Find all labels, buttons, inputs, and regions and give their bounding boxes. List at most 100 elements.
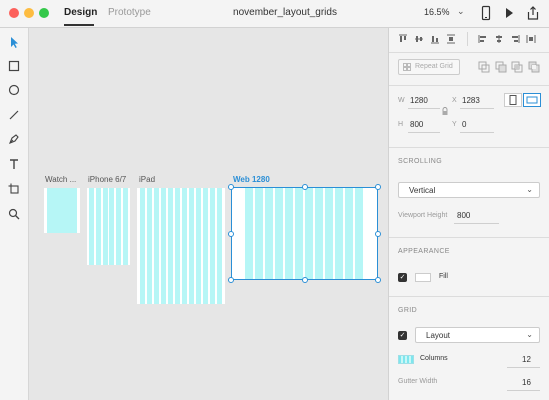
align-center-icon[interactable] bbox=[494, 34, 504, 44]
artboard-label-ipad[interactable]: iPad bbox=[139, 175, 155, 184]
align-top-icon[interactable] bbox=[398, 34, 408, 44]
panel-divider bbox=[389, 147, 549, 148]
document-title: november_layout_grids bbox=[233, 7, 337, 18]
resize-handle-bottom-left[interactable] bbox=[228, 277, 234, 283]
grid-type-select[interactable]: Layout ⌄ bbox=[415, 327, 540, 343]
close-window-button[interactable] bbox=[9, 8, 19, 18]
grid-column bbox=[147, 188, 152, 304]
grid-column bbox=[168, 188, 173, 304]
y-input[interactable]: 0 bbox=[462, 120, 466, 129]
distribute-vertical-icon[interactable] bbox=[446, 34, 456, 44]
artboard-watch[interactable] bbox=[44, 188, 80, 233]
panel-divider bbox=[389, 52, 549, 53]
zoom-chevron-down-icon[interactable]: ⌄ bbox=[457, 6, 465, 17]
zoom-window-button[interactable] bbox=[39, 8, 49, 18]
fill-color-swatch[interactable] bbox=[415, 273, 431, 282]
grid-column bbox=[189, 188, 194, 304]
width-input[interactable]: 1280 bbox=[410, 96, 428, 105]
align-right-icon[interactable] bbox=[510, 34, 520, 44]
pen-icon[interactable] bbox=[7, 132, 21, 146]
grid-column bbox=[161, 188, 166, 304]
active-tab-indicator bbox=[64, 24, 94, 26]
resize-handle-bottom-right[interactable] bbox=[375, 277, 381, 283]
align-left-icon[interactable] bbox=[478, 34, 488, 44]
grid-column bbox=[203, 188, 208, 304]
gutter-width-input[interactable]: 16 bbox=[522, 378, 531, 387]
gutter-width-label: Gutter Width bbox=[398, 378, 438, 385]
artboard-label-watch[interactable]: Watch ... bbox=[45, 175, 76, 184]
artboard-icon[interactable] bbox=[7, 182, 21, 196]
panel-divider bbox=[389, 237, 549, 238]
title-bar: Design Prototype november_layout_grids 1… bbox=[0, 0, 549, 28]
columns-input[interactable]: 12 bbox=[522, 355, 531, 364]
portrait-icon bbox=[509, 95, 517, 105]
ellipse-icon[interactable] bbox=[7, 83, 21, 97]
grid-column bbox=[210, 188, 215, 304]
lock-aspect-icon[interactable] bbox=[441, 107, 449, 116]
scrolling-select[interactable]: Vertical ⌄ bbox=[398, 182, 540, 198]
boolean-subtract-icon[interactable] bbox=[495, 61, 507, 73]
play-icon[interactable] bbox=[502, 5, 516, 21]
panel-divider bbox=[389, 85, 549, 86]
panel-divider bbox=[389, 296, 549, 297]
zoom-icon[interactable] bbox=[7, 207, 21, 221]
x-input[interactable]: 1283 bbox=[462, 96, 480, 105]
select-arrow-icon[interactable] bbox=[7, 35, 21, 49]
fill-checkbox[interactable]: ✓ bbox=[398, 273, 407, 282]
grid-color-swatch[interactable] bbox=[398, 355, 414, 364]
y-input-underline bbox=[460, 132, 494, 133]
portrait-orientation-button[interactable] bbox=[504, 93, 522, 107]
grid-column bbox=[96, 188, 101, 265]
align-divider bbox=[467, 32, 468, 46]
artboard-ipad[interactable] bbox=[137, 188, 225, 304]
resize-handle-left[interactable] bbox=[228, 231, 234, 237]
minimize-window-button[interactable] bbox=[24, 8, 34, 18]
canvas[interactable]: Watch ... iPhone 6/7 iPad Web 1280 bbox=[29, 28, 387, 400]
align-middle-icon[interactable] bbox=[414, 34, 424, 44]
boolean-exclude-icon[interactable] bbox=[528, 61, 540, 73]
text-icon[interactable] bbox=[7, 157, 21, 171]
artboard-iphone[interactable] bbox=[87, 188, 130, 265]
tab-design[interactable]: Design bbox=[64, 7, 97, 18]
boolean-intersect-icon[interactable] bbox=[511, 61, 523, 73]
grid-column bbox=[47, 188, 77, 233]
repeat-grid-icon bbox=[403, 63, 411, 71]
landscape-icon bbox=[526, 96, 538, 104]
resize-handle-top-left[interactable] bbox=[228, 184, 234, 190]
resize-handle-bottom[interactable] bbox=[302, 277, 308, 283]
height-input[interactable]: 800 bbox=[410, 120, 423, 129]
artboard-label-web-1280[interactable]: Web 1280 bbox=[233, 175, 270, 184]
resize-handle-right[interactable] bbox=[375, 231, 381, 237]
viewport-height-label: Viewport Height bbox=[398, 212, 448, 219]
grid-column bbox=[103, 188, 108, 265]
y-label: Y bbox=[452, 121, 457, 128]
selection-frame bbox=[231, 187, 378, 280]
share-icon[interactable] bbox=[526, 5, 540, 21]
grid-column bbox=[217, 188, 222, 304]
resize-handle-top-right[interactable] bbox=[375, 184, 381, 190]
zoom-level[interactable]: 16.5% bbox=[424, 7, 450, 17]
columns-label: Columns bbox=[420, 355, 448, 362]
height-input-underline bbox=[408, 132, 440, 133]
boolean-add-icon[interactable] bbox=[478, 61, 490, 73]
viewport-height-input[interactable]: 800 bbox=[457, 211, 470, 220]
tab-prototype[interactable]: Prototype bbox=[108, 7, 151, 18]
resize-handle-top[interactable] bbox=[302, 184, 308, 190]
landscape-orientation-button[interactable] bbox=[523, 93, 541, 107]
device-preview-icon[interactable] bbox=[479, 5, 493, 21]
repeat-grid-button[interactable]: Repeat Grid bbox=[398, 59, 460, 75]
grid-checkbox[interactable]: ✓ bbox=[398, 331, 407, 340]
gutter-width-underline bbox=[507, 390, 540, 391]
chevron-down-icon: ⌄ bbox=[526, 330, 533, 339]
scrolling-value: Vertical bbox=[409, 186, 436, 195]
fill-label: Fill bbox=[439, 273, 448, 280]
align-bottom-icon[interactable] bbox=[430, 34, 440, 44]
grid-column bbox=[154, 188, 159, 304]
repeat-grid-label: Repeat Grid bbox=[415, 63, 453, 70]
rectangle-icon[interactable] bbox=[7, 59, 21, 73]
property-inspector: Repeat Grid W 1280 X 1283 H 800 Y 0 SCRO… bbox=[388, 28, 549, 400]
artboard-label-iphone[interactable]: iPhone 6/7 bbox=[88, 175, 126, 184]
grid-type-value: Layout bbox=[426, 331, 451, 340]
distribute-horizontal-icon[interactable] bbox=[526, 34, 536, 44]
line-icon[interactable] bbox=[7, 108, 21, 122]
